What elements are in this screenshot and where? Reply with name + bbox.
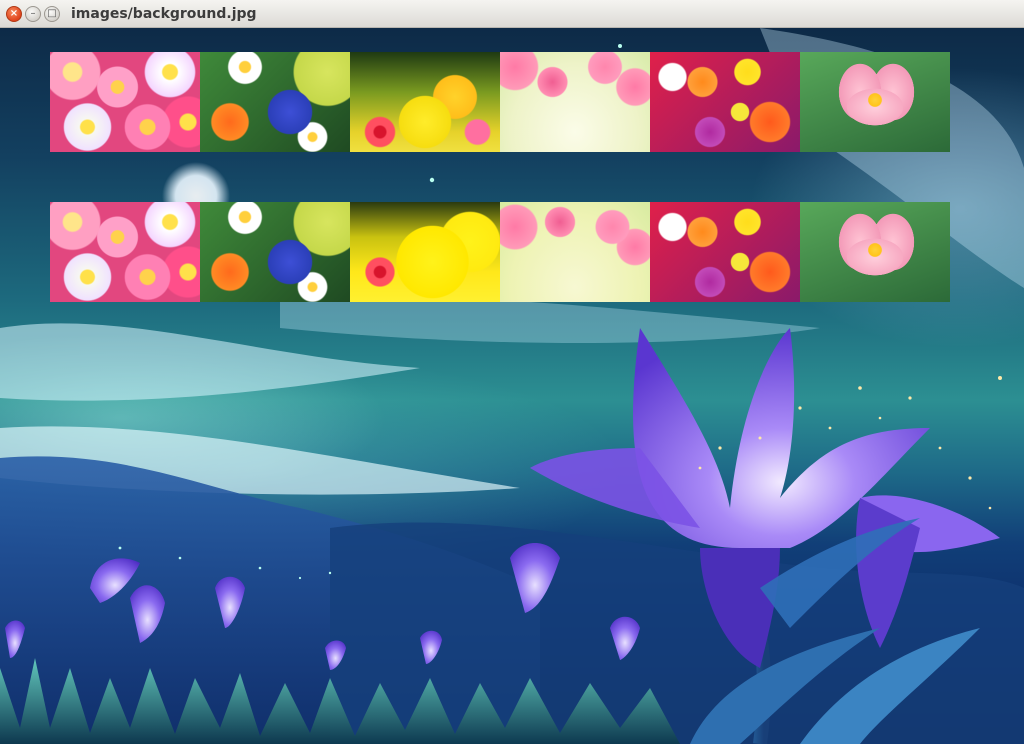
minimize-icon[interactable]: – bbox=[25, 5, 41, 22]
gerbera-mix-thumbnail bbox=[650, 52, 800, 152]
window-title-bar: × – □ images/background.jpg bbox=[0, 0, 1024, 28]
window-controls: × – □ bbox=[6, 5, 60, 22]
lotus-thumbnail bbox=[800, 202, 950, 302]
gerbera-mix-thumbnail bbox=[650, 202, 800, 302]
daisy-bouquet-thumbnail bbox=[200, 52, 350, 152]
lotus-thumbnail bbox=[800, 52, 950, 152]
close-icon[interactable]: × bbox=[6, 5, 22, 22]
image-canvas bbox=[0, 28, 1024, 744]
cloud-mid bbox=[280, 295, 820, 343]
maximize-icon[interactable]: □ bbox=[44, 5, 60, 22]
thumbnail-row-1 bbox=[50, 52, 950, 152]
daisy-bouquet-thumbnail bbox=[200, 202, 350, 302]
cherry-blossom-thumbnail bbox=[500, 202, 650, 302]
pink-flowers-thumbnail bbox=[50, 52, 200, 152]
pink-flowers-thumbnail bbox=[50, 202, 200, 302]
wildflower-meadow-thumbnail bbox=[350, 202, 500, 302]
thumbnail-row-2 bbox=[50, 202, 950, 302]
cloud-left bbox=[0, 323, 420, 401]
cherry-blossom-thumbnail bbox=[500, 52, 650, 152]
window-title: images/background.jpg bbox=[71, 5, 257, 22]
wildflower-meadow-thumbnail bbox=[350, 52, 500, 152]
